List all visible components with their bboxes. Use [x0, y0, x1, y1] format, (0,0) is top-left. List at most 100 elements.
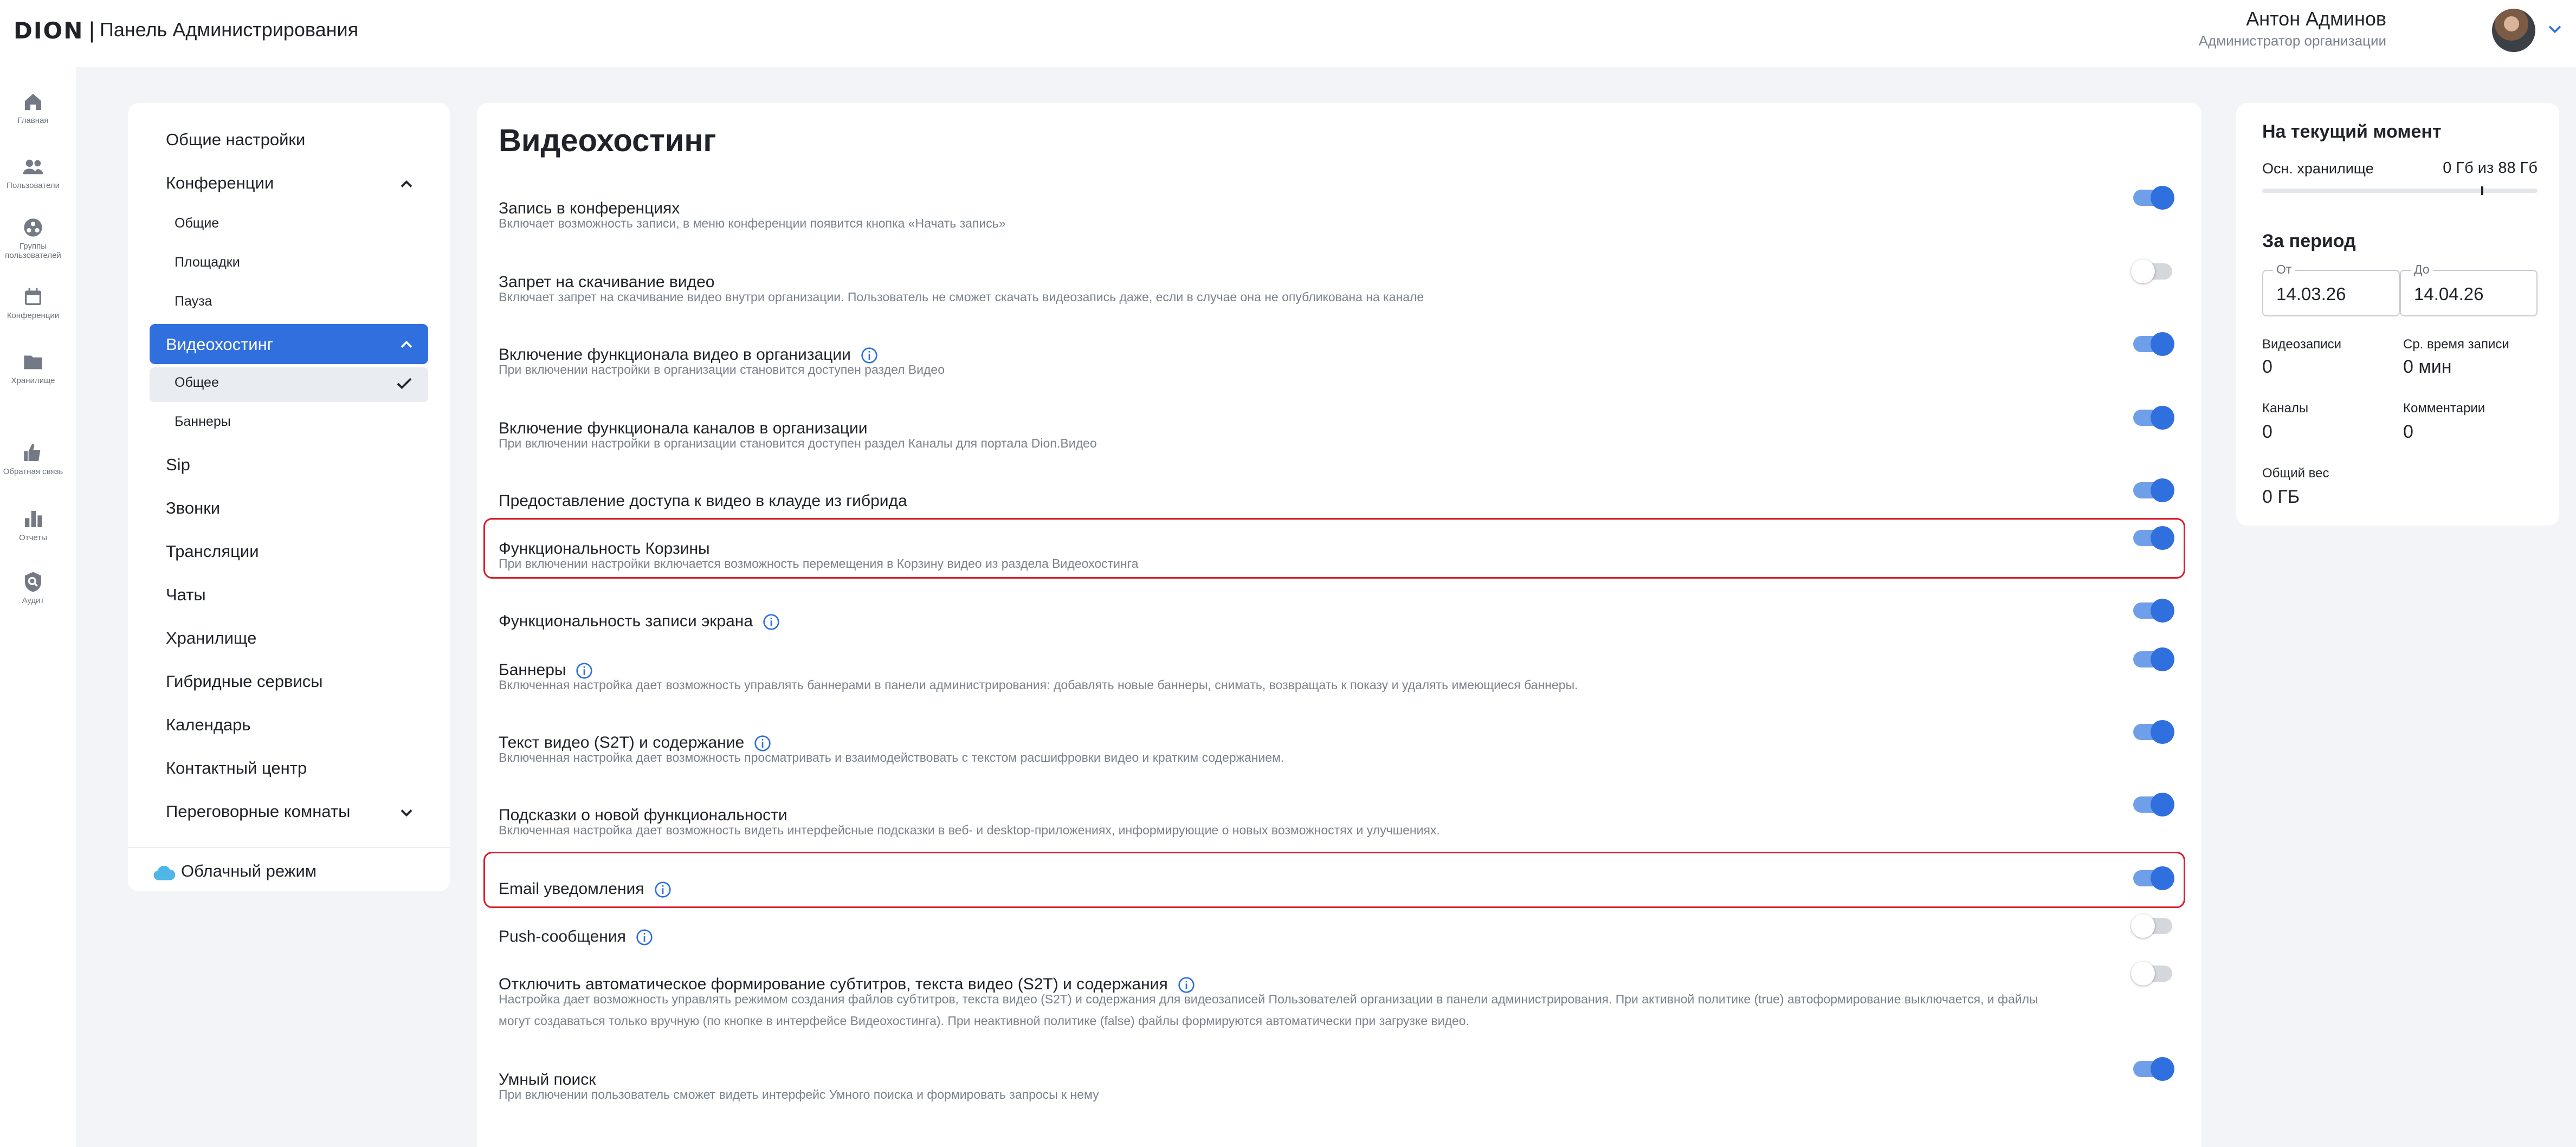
date-to-value[interactable]: 14.04.26 [2414, 284, 2483, 304]
nav-sub-vh-general[interactable]: Общее [175, 375, 219, 391]
nav-storage[interactable]: Хранилище [166, 628, 256, 648]
toggle-knob [2151, 647, 2174, 671]
date-to-label: До [2411, 262, 2433, 277]
avatar[interactable] [2492, 9, 2535, 52]
toggle-knob [2151, 526, 2174, 550]
user-role: Администратор организации [2198, 33, 2386, 49]
rail-item-storage[interactable]: Хранилище [0, 351, 66, 385]
rail-label: Хранилище [11, 376, 55, 385]
setting-toggle[interactable] [2133, 332, 2174, 356]
setting-description: Включает запрет на скачивание видео внут… [499, 290, 1424, 304]
setting-description: Включенная настройка дает возможность ви… [499, 823, 1440, 837]
videohosting-settings-panel: Видеохостинг Запись в конференциях Включа… [477, 103, 2201, 1147]
chevron-down-icon[interactable] [397, 803, 416, 822]
dion-logo[interactable]: DION [14, 17, 83, 44]
info-icon[interactable] [636, 929, 653, 946]
nav-calls[interactable]: Звонки [166, 498, 220, 518]
setting-toggle[interactable] [2133, 720, 2174, 744]
setting-toggle[interactable] [2133, 526, 2174, 550]
nav-sub-conf-pause[interactable]: Пауза [175, 294, 212, 309]
storage-progress-bar [2262, 186, 2538, 195]
toggle-knob [2131, 962, 2155, 986]
setting-toggle[interactable] [2131, 914, 2172, 938]
nav-sub-vh-banners[interactable]: Баннеры [175, 414, 231, 430]
comments-label: Комментарии [2403, 401, 2485, 416]
rail-label: Отчеты [19, 533, 47, 542]
setting-toggle[interactable] [2133, 1057, 2174, 1081]
rail-item-feedback[interactable]: Обратная связь [0, 442, 66, 476]
nav-broadcasts[interactable]: Трансляции [166, 542, 259, 561]
toggle-knob [2151, 478, 2174, 502]
nav-meeting-rooms[interactable]: Переговорные комнаты [166, 802, 350, 821]
rail-item-conferences[interactable]: Конференции [0, 286, 66, 320]
rail-label: Пользователи [7, 181, 60, 190]
user-groups-icon [24, 218, 42, 237]
home-icon [25, 94, 41, 110]
setting-toggle[interactable] [2133, 186, 2174, 210]
channels-label: Каналы [2262, 401, 2309, 416]
setting-title: Функциональность записи экрана [499, 612, 753, 630]
setting-toggle[interactable] [2133, 406, 2174, 430]
chevron-down-icon[interactable] [2546, 20, 2564, 38]
rail-item-audit[interactable]: Аудит [0, 571, 66, 605]
setting-toggle[interactable] [2133, 647, 2174, 671]
setting-description: При включении пользователь сможет видеть… [499, 1087, 1099, 1101]
setting-description: Настройка дает возможность управлять реж… [499, 992, 2038, 1028]
nav-sip[interactable]: Sip [166, 455, 190, 475]
channels-value: 0 [2262, 422, 2272, 442]
nav-general-settings[interactable]: Общие настройки [166, 130, 305, 150]
chevron-up-icon[interactable] [397, 174, 416, 194]
toggle-knob [2151, 332, 2174, 356]
period-title: За период [2262, 231, 2356, 251]
date-from-field[interactable]: От 14.03.26 [2262, 262, 2400, 316]
nav-calendar[interactable]: Календарь [166, 715, 250, 735]
current-stats-title: На текущий момент [2262, 121, 2442, 142]
rail-item-reports[interactable]: Отчеты [0, 508, 66, 542]
folder-icon [24, 355, 42, 370]
total-weight-value: 0 ГБ [2262, 487, 2300, 507]
setting-highlight-frame [483, 852, 2185, 908]
top-header: DION | Панель Администрирования Антон Ад… [0, 0, 2576, 67]
date-from-label: От [2273, 262, 2295, 277]
date-from-value[interactable]: 14.03.26 [2276, 284, 2346, 304]
setting-toggle[interactable] [2133, 793, 2174, 816]
setting-description: При включении настройки в организации ст… [499, 436, 1097, 450]
nav-hybrid-services[interactable]: Гибридные сервисы [166, 672, 323, 691]
rail-label: Обратная связь [3, 467, 63, 476]
calendar-icon [25, 288, 41, 305]
cloud-mode-label[interactable]: Облачный режим [181, 861, 317, 881]
nav-divider [128, 847, 450, 848]
rail-item-user-groups[interactable]: Группы пользователей [0, 217, 66, 260]
setting-toggle[interactable] [2131, 962, 2172, 986]
nav-conferences[interactable]: Конференции [166, 173, 274, 193]
toggle-knob [2151, 720, 2174, 744]
users-icon [23, 159, 43, 174]
storage-label: Осн. хранилище [2262, 160, 2374, 177]
date-to-field[interactable]: До 14.04.26 [2400, 262, 2538, 316]
setting-description: Включенная настройка дает возможность уп… [499, 678, 1578, 692]
setting-toggle[interactable] [2133, 599, 2174, 623]
toggle-knob [2151, 1057, 2174, 1081]
nav-sub-conf-general[interactable]: Общие [175, 216, 219, 231]
info-icon[interactable] [654, 881, 672, 898]
rail-label: Конференции [7, 311, 60, 320]
rail-item-home[interactable]: Главная [0, 91, 66, 125]
user-name[interactable]: Антон Админов [2246, 8, 2386, 30]
setting-description: При включении настройки в организации ст… [499, 362, 945, 377]
avg-time-value: 0 мин [2403, 357, 2452, 377]
nav-chats[interactable]: Чаты [166, 585, 206, 605]
nav-videohosting[interactable]: Видеохостинг [166, 335, 273, 354]
avg-time-label: Ср. время записи [2403, 337, 2509, 352]
nav-sub-conf-venues[interactable]: Площадки [175, 255, 240, 270]
nav-contact-center[interactable]: Контактный центр [166, 759, 307, 778]
setting-toggle[interactable] [2131, 260, 2172, 283]
setting-description: Включенная настройка дает возможность пр… [499, 750, 1284, 764]
setting-toggle[interactable] [2133, 866, 2174, 890]
total-weight-label: Общий вес [2262, 466, 2329, 481]
chevron-up-icon[interactable] [397, 335, 416, 354]
setting-toggle[interactable] [2133, 478, 2174, 502]
rail-label: Аудит [22, 596, 44, 605]
rail-item-users[interactable]: Пользователи [0, 156, 66, 190]
info-icon[interactable] [763, 613, 780, 631]
cloud-icon [153, 865, 176, 880]
